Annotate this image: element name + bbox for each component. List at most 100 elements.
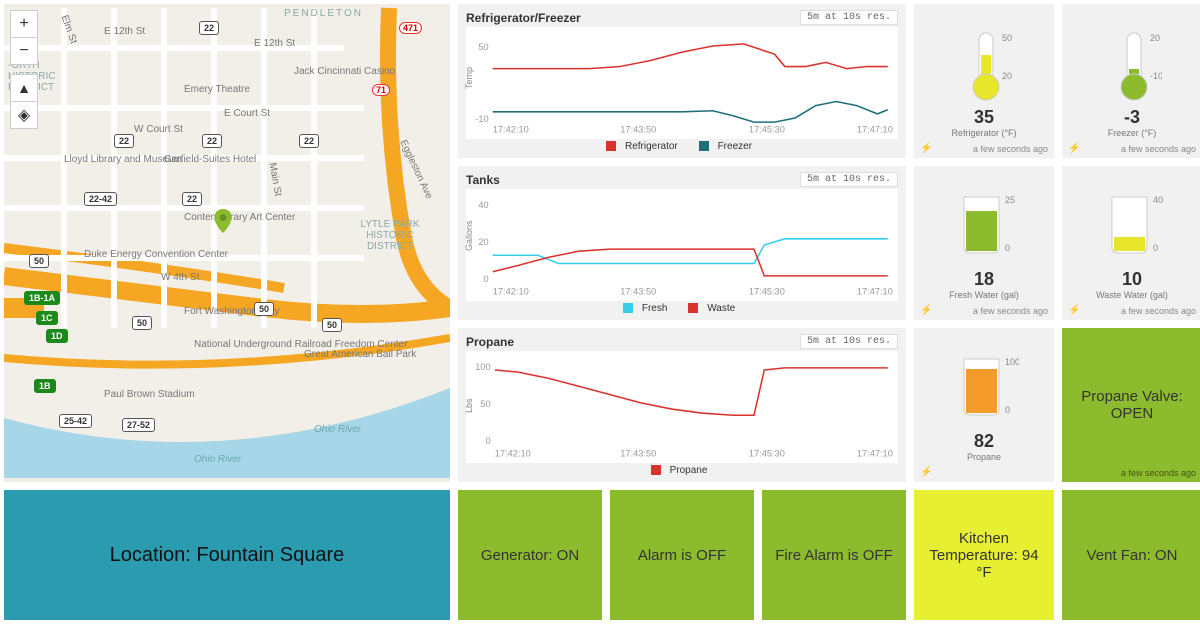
svg-text:17:45:30: 17:45:30 — [749, 124, 785, 134]
chart-legend: Fresh Waste — [466, 303, 898, 314]
gauge-value: 35 — [974, 107, 994, 128]
refrigerator-gauge: 50 20 35 Refrigerator (°F) a few seconds… — [914, 4, 1054, 158]
map-label: W Court St — [134, 124, 183, 135]
route-shield: 22 — [202, 134, 222, 148]
svg-text:50: 50 — [480, 399, 490, 409]
tile-text: Location: Fountain Square — [110, 544, 345, 567]
bolt-icon: ⚡ — [1068, 143, 1080, 154]
svg-text:0: 0 — [1005, 405, 1010, 415]
map-panel[interactable]: + − ▲ ◈ PENDLETON E 12th St E 12th St Ja… — [4, 4, 450, 482]
beaker-icon: 100 0 — [949, 349, 1019, 429]
location-tile[interactable]: Location: Fountain Square — [4, 490, 450, 620]
gauge-value: 82 — [974, 431, 994, 452]
map-label: W 4th St — [161, 272, 199, 283]
map-layers-button[interactable]: ◈ — [10, 101, 38, 129]
route-shield: 22-42 — [84, 192, 117, 206]
map-label: Duke Energy Convention Center — [84, 249, 228, 260]
svg-text:17:43:50: 17:43:50 — [620, 448, 656, 458]
svg-text:17:47:10: 17:47:10 — [857, 124, 893, 134]
svg-text:17:43:50: 17:43:50 — [620, 124, 656, 134]
chart-legend: Refrigerator Freezer — [466, 141, 898, 152]
chart-title: Tanks — [466, 173, 500, 187]
y-axis-label: Gallons — [464, 220, 474, 251]
propane-valve-tile[interactable]: Propane Valve: OPEN a few seconds ago — [1062, 328, 1200, 482]
route-shield: 471 — [399, 22, 422, 34]
chart-plot[interactable]: Temp 50 -10 17:42:10 17:43:50 17:45:30 1… — [466, 27, 898, 139]
chart-title: Refrigerator/Freezer — [466, 11, 581, 25]
route-shield: 71 — [372, 84, 390, 96]
zoom-out-button[interactable]: − — [10, 37, 38, 65]
fire-alarm-tile[interactable]: Fire Alarm is OFF — [762, 490, 906, 620]
gauge-value: 10 — [1122, 269, 1142, 290]
bolt-icon: ⚡ — [920, 467, 932, 478]
chart-resolution[interactable]: 5m at 10s res. — [800, 334, 898, 349]
route-shield: 50 — [132, 316, 152, 330]
alarm-tile[interactable]: Alarm is OFF — [610, 490, 754, 620]
tile-text: Vent Fan: ON — [1087, 547, 1178, 564]
legend-item: Refrigerator — [625, 141, 678, 152]
svg-text:-10: -10 — [1150, 71, 1162, 81]
tile-timestamp: a few seconds ago — [1121, 468, 1196, 478]
svg-text:17:47:10: 17:47:10 — [857, 286, 893, 296]
tanks-chart-panel: Tanks 5m at 10s res. Gallons 40 20 0 17:… — [458, 166, 906, 320]
y-axis-label: Lbs — [464, 398, 474, 413]
route-shield: 22 — [299, 134, 319, 148]
gauge-timestamp: a few seconds ago — [973, 306, 1048, 316]
map-label: E 12th St — [104, 26, 145, 37]
route-shield: 25-42 — [59, 414, 92, 428]
layers-icon: ◈ — [18, 105, 30, 125]
route-shield: 22 — [114, 134, 134, 148]
svg-text:17:42:10: 17:42:10 — [493, 124, 529, 134]
gauge-timestamp: a few seconds ago — [973, 144, 1048, 154]
route-shield: 50 — [254, 302, 274, 316]
chart-plot[interactable]: Lbs 100 50 0 17:42:10 17:43:50 17:45:30 … — [466, 351, 898, 463]
route-shield: 50 — [322, 318, 342, 332]
map-label: Ohio River — [194, 454, 241, 465]
map-label: Emery Theatre — [184, 84, 250, 95]
svg-text:17:43:50: 17:43:50 — [620, 286, 656, 296]
map-label: Contemporary Art Center — [184, 212, 295, 223]
map-arrow-up-button[interactable]: ▲ — [10, 74, 38, 102]
vent-fan-tile[interactable]: Vent Fan: ON — [1062, 490, 1200, 620]
svg-text:50: 50 — [478, 42, 488, 52]
tile-text: Fire Alarm is OFF — [775, 547, 893, 564]
bolt-icon: ⚡ — [920, 143, 932, 154]
y-axis-label: Temp — [464, 67, 474, 89]
svg-text:0: 0 — [1153, 243, 1158, 253]
freezer-gauge: 20 -10 -3 Freezer (°F) a few seconds ago… — [1062, 4, 1200, 158]
route-shield: 22 — [182, 192, 202, 206]
chart-resolution[interactable]: 5m at 10s res. — [800, 10, 898, 25]
generator-tile[interactable]: Generator: ON — [458, 490, 602, 620]
map-label: Garfield-Suites Hotel — [164, 154, 256, 165]
chart-resolution[interactable]: 5m at 10s res. — [800, 172, 898, 187]
svg-text:100: 100 — [1005, 357, 1019, 367]
bolt-icon: ⚡ — [920, 305, 932, 316]
svg-text:20: 20 — [478, 237, 488, 247]
svg-text:0: 0 — [486, 436, 491, 446]
svg-text:100: 100 — [475, 362, 490, 372]
thermometer-icon: 20 -10 — [1102, 25, 1162, 105]
svg-text:-10: -10 — [475, 114, 488, 124]
gauge-value: 18 — [974, 269, 994, 290]
gauge-value: -3 — [1124, 107, 1140, 128]
zoom-in-button[interactable]: + — [10, 10, 38, 38]
svg-text:25: 25 — [1005, 195, 1015, 205]
map-label: E Court St — [224, 108, 270, 119]
legend-item: Freezer — [718, 141, 752, 152]
tile-text: Kitchen Temperature: 94 °F — [922, 530, 1046, 581]
tile-text: Generator: ON — [481, 547, 579, 564]
route-shield: 1D — [46, 329, 68, 343]
gauge-label: Freezer (°F) — [1108, 128, 1157, 138]
chart-legend: Propane — [466, 465, 898, 476]
legend-item: Propane — [670, 465, 708, 476]
svg-text:17:42:10: 17:42:10 — [495, 448, 531, 458]
gauge-label: Propane — [967, 452, 1001, 462]
svg-text:50: 50 — [1002, 33, 1012, 43]
kitchen-temp-tile[interactable]: Kitchen Temperature: 94 °F — [914, 490, 1054, 620]
gauge-label: Refrigerator (°F) — [951, 128, 1016, 138]
svg-text:40: 40 — [1153, 195, 1163, 205]
chart-plot[interactable]: Gallons 40 20 0 17:42:10 17:43:50 17:45:… — [466, 189, 898, 301]
bolt-icon: ⚡ — [1068, 305, 1080, 316]
beaker-icon: 40 0 — [1097, 187, 1167, 267]
gauge-timestamp: a few seconds ago — [1121, 306, 1196, 316]
